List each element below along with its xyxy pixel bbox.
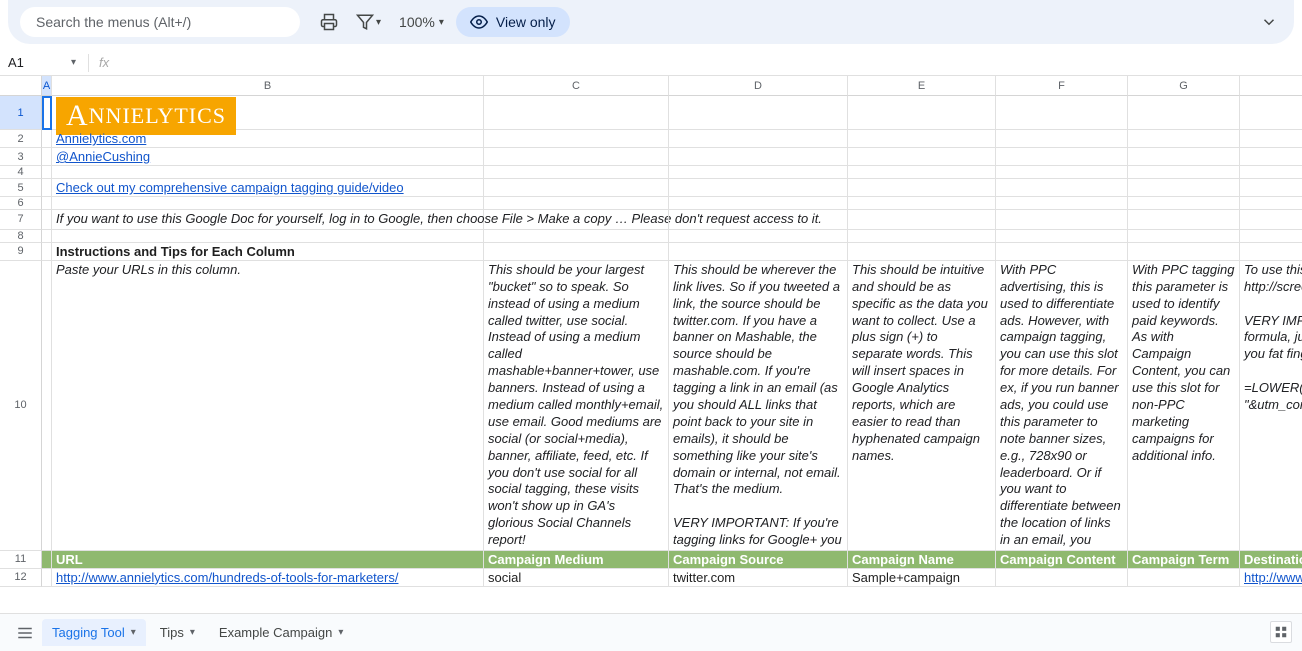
col-header-F[interactable]: F bbox=[996, 76, 1128, 96]
hdr-dest[interactable]: Destinatio bbox=[1240, 551, 1302, 569]
toolbar: Search the menus (Alt+/) ▾ 100% ▾ View o… bbox=[8, 0, 1294, 44]
row-header[interactable]: 2 bbox=[0, 130, 42, 148]
row-header[interactable]: 10 bbox=[0, 261, 42, 551]
instr-url[interactable]: Paste your URLs in this column. bbox=[52, 261, 484, 551]
expand-toolbar-icon[interactable] bbox=[1260, 13, 1278, 31]
instr-medium[interactable]: This should be your largest "bucket" so … bbox=[484, 261, 669, 551]
row-header[interactable]: 7 bbox=[0, 210, 42, 230]
view-only-badge[interactable]: View only bbox=[456, 7, 570, 37]
all-sheets-icon[interactable] bbox=[12, 620, 38, 646]
data-name-col[interactable]: Sample+campaign bbox=[848, 569, 996, 587]
hdr-source[interactable]: Campaign Source bbox=[669, 551, 848, 569]
col-header-C[interactable]: C bbox=[484, 76, 669, 96]
instr-dest[interactable]: To use this http://scree VERY IMPO formu… bbox=[1240, 261, 1302, 551]
menu-search-input[interactable]: Search the menus (Alt+/) bbox=[20, 7, 300, 37]
tab-tips[interactable]: Tips▾ bbox=[150, 619, 205, 646]
hdr-term[interactable]: Campaign Term bbox=[1128, 551, 1240, 569]
col-header-H[interactable] bbox=[1240, 76, 1302, 96]
link-annielytics[interactable]: Annielytics.com bbox=[52, 130, 484, 148]
data-source[interactable]: twitter.com bbox=[669, 569, 848, 587]
col-header-E[interactable]: E bbox=[848, 76, 996, 96]
col-header-G[interactable]: G bbox=[1128, 76, 1240, 96]
select-all-corner[interactable] bbox=[0, 76, 42, 96]
instr-name[interactable]: This should be intuitive and should be a… bbox=[848, 261, 996, 551]
chevron-down-icon: ▾ bbox=[338, 627, 343, 638]
row-header[interactable]: 8 bbox=[0, 230, 42, 243]
sheet-tabs-bar: Tagging Tool▾ Tips▾ Example Campaign▾ bbox=[0, 613, 1302, 651]
spreadsheet-grid[interactable]: A B C D E F G 1 ANNIELYTICS 2 Annielytic… bbox=[0, 76, 1302, 587]
chevron-down-icon: ▾ bbox=[131, 627, 136, 638]
instr-content[interactable]: With PPC advertising, this is used to di… bbox=[996, 261, 1128, 551]
col-header-A[interactable]: A bbox=[42, 76, 52, 96]
hdr-content[interactable]: Campaign Content bbox=[996, 551, 1128, 569]
row-header[interactable]: 5 bbox=[0, 179, 42, 197]
filter-icon[interactable]: ▾ bbox=[356, 13, 381, 31]
row-header[interactable]: 6 bbox=[0, 197, 42, 210]
data-content[interactable] bbox=[996, 569, 1128, 587]
link-guide[interactable]: Check out my comprehensive campaign tagg… bbox=[52, 179, 484, 197]
data-term[interactable] bbox=[1128, 569, 1240, 587]
row-header[interactable]: 3 bbox=[0, 148, 42, 166]
cell-B1[interactable]: ANNIELYTICS bbox=[52, 96, 484, 130]
zoom-dropdown[interactable]: 100% ▾ bbox=[399, 14, 444, 30]
instr-term[interactable]: With PPC tagging this parameter is used … bbox=[1128, 261, 1240, 551]
row-header[interactable]: 4 bbox=[0, 166, 42, 179]
data-dest[interactable]: http://www bbox=[1240, 569, 1302, 587]
instructions-heading[interactable]: Instructions and Tips for Each Column bbox=[52, 243, 484, 261]
instr-source[interactable]: This should be wherever the link lives. … bbox=[669, 261, 848, 551]
copy-note[interactable]: If you want to use this Google Doc for y… bbox=[52, 210, 484, 230]
fx-icon: fx bbox=[93, 55, 115, 70]
explore-button[interactable] bbox=[1270, 621, 1292, 643]
chevron-down-icon: ▾ bbox=[190, 627, 195, 638]
tab-tagging-tool[interactable]: Tagging Tool▾ bbox=[42, 619, 146, 646]
row-header[interactable]: 1 bbox=[0, 96, 42, 130]
col-header-D[interactable]: D bbox=[669, 76, 848, 96]
hdr-name[interactable]: Campaign Name bbox=[848, 551, 996, 569]
data-url[interactable]: http://www.annielytics.com/hundreds-of-t… bbox=[52, 569, 484, 587]
cell-A1[interactable] bbox=[42, 96, 52, 130]
print-icon[interactable] bbox=[320, 13, 338, 31]
eye-icon bbox=[470, 13, 488, 31]
row-header[interactable]: 9 bbox=[0, 243, 42, 261]
hdr-url[interactable]: URL bbox=[52, 551, 484, 569]
data-medium[interactable]: social bbox=[484, 569, 669, 587]
tab-example-campaign[interactable]: Example Campaign▾ bbox=[209, 619, 353, 646]
row-header[interactable]: 12 bbox=[0, 569, 42, 587]
row-header[interactable]: 11 bbox=[0, 551, 42, 569]
col-header-B[interactable]: B bbox=[52, 76, 484, 96]
formula-bar: A1 ▾ fx bbox=[0, 50, 1302, 76]
cell-reference-input[interactable]: A1 ▾ bbox=[0, 55, 84, 70]
hdr-medium[interactable]: Campaign Medium bbox=[484, 551, 669, 569]
link-twitter[interactable]: @AnnieCushing bbox=[52, 148, 484, 166]
